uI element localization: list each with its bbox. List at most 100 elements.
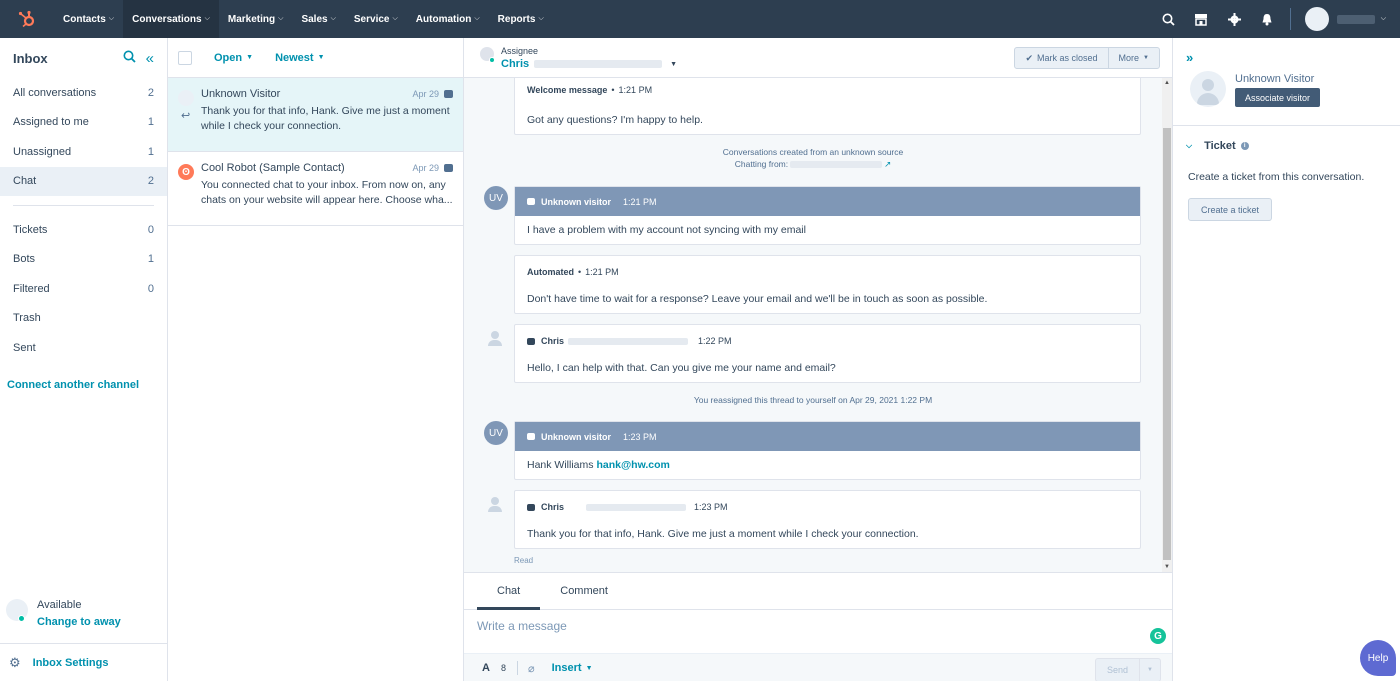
more-dropdown[interactable]: More ▼ <box>1107 48 1159 68</box>
conversation-item[interactable]: ↩ Unknown Visitor Apr 29 Thank you for t… <box>168 78 463 152</box>
sidebar-item-tickets[interactable]: Tickets 0 <box>0 215 167 245</box>
sidebar-item-label: Tickets <box>13 223 48 236</box>
chat-channel-icon <box>444 90 453 98</box>
tab-comment[interactable]: Comment <box>540 573 628 609</box>
hubspot-contact-icon: ʘ <box>178 164 194 180</box>
nav-conversations[interactable]: Conversations ⌵ <box>123 0 219 38</box>
sort-label: Newest <box>275 51 314 64</box>
nav-sales[interactable]: Sales ⌵ <box>292 0 344 38</box>
send-button[interactable]: Send <box>1096 659 1139 681</box>
create-ticket-button[interactable]: Create a ticket <box>1188 198 1273 221</box>
conversation-actions: ✔ Mark as closed More ▼ <box>1014 47 1160 69</box>
sidebar-item-count: 2 <box>147 86 154 99</box>
external-link-icon[interactable]: ↗ <box>884 159 891 169</box>
status-filter-dropdown[interactable]: Open ▼ <box>214 52 253 64</box>
insert-label: Insert <box>551 662 582 674</box>
sidebar-item-trash[interactable]: Trash <box>0 304 167 334</box>
nav-service[interactable]: Service ⌵ <box>345 0 407 38</box>
availability-status: Available Change to away <box>0 596 167 641</box>
message-header: Unknown visitor 1:21 PM <box>515 187 1140 216</box>
ticket-section-title: Ticket <box>1204 140 1236 152</box>
mark-as-closed-button[interactable]: ✔ Mark as closed <box>1015 48 1107 68</box>
redacted-url <box>790 161 883 169</box>
search-icon[interactable] <box>1152 0 1185 38</box>
sidebar-item-sent[interactable]: Sent <box>0 333 167 363</box>
settings-icon[interactable] <box>1218 0 1251 38</box>
sidebar-item-unassigned[interactable]: Unassigned 1 <box>0 137 167 167</box>
hubspot-logo[interactable] <box>0 0 54 38</box>
message-text: Hello, I can help with that. Can you giv… <box>527 362 836 374</box>
conversation-date: Apr 29 <box>412 89 439 99</box>
nav-label: Service <box>353 13 390 25</box>
send-options-caret[interactable]: ▼ <box>1139 659 1160 681</box>
account-avatar[interactable] <box>1304 7 1329 31</box>
nav-label: Contacts <box>63 13 106 25</box>
conversation-panel: Assignee Chris ▼ ✔ Mark as closed More ▼ We… <box>464 38 1172 681</box>
info-icon[interactable]: i <box>1240 142 1249 150</box>
visitor-avatar <box>1190 71 1226 107</box>
sidebar-item-label: Bots <box>13 253 36 266</box>
nav-automation[interactable]: Automation ⌵ <box>407 0 489 38</box>
nav-label: Marketing <box>227 13 276 25</box>
chevron-down-icon: ⌵ <box>330 15 336 22</box>
message-thread[interactable]: Welcome message • 1:21 PM Got any question… <box>464 78 1162 572</box>
snippets-icon[interactable]: 8 <box>501 663 506 673</box>
attachment-icon[interactable]: ⌀ <box>528 662 535 675</box>
chevron-down-icon[interactable]: ⌵ <box>1381 15 1386 23</box>
message-meta: Welcome message • 1:21 PM <box>527 85 652 95</box>
message-input[interactable]: Write a message <box>477 619 567 633</box>
sidebar-item-bots[interactable]: Bots 1 <box>0 245 167 275</box>
sidebar-item-assigned-to-me[interactable]: Assigned to me 1 <box>0 108 167 138</box>
message-text: Don't have time to wait for a response? … <box>527 293 988 305</box>
chevron-down-icon: ⌵ <box>204 15 210 22</box>
caret-down-icon: ▼ <box>1143 55 1149 61</box>
change-to-away-link[interactable]: Change to away <box>37 616 121 628</box>
scroll-up-arrow[interactable]: ▲ <box>1164 80 1170 86</box>
top-navigation: Contacts ⌵ Conversations ⌵ Marketing ⌵ Sale… <box>0 0 1400 38</box>
email-link[interactable]: hank@hw.com <box>596 459 669 471</box>
grammarly-icon[interactable]: G <box>1150 628 1166 644</box>
text-format-icon[interactable]: A <box>482 662 490 674</box>
ticket-section-toggle[interactable]: ⌵ Ticket i <box>1186 140 1249 152</box>
help-button[interactable]: Help <box>1360 640 1396 676</box>
tab-chat[interactable]: Chat <box>477 573 541 610</box>
chatting-from-note: Chatting from: ↗ <box>464 159 1162 170</box>
sidebar-title: Inbox <box>13 50 48 66</box>
chat-icon <box>527 503 535 511</box>
sidebar-item-filtered[interactable]: Filtered 0 <box>0 274 167 304</box>
contact-panel: » Unknown Visitor Associate visitor ⌵ Ti… <box>1172 38 1400 681</box>
connect-channel-link[interactable]: Connect another channel <box>0 379 167 391</box>
sidebar-item-count: 1 <box>147 116 154 129</box>
gear-icon: ⚙ <box>9 654 21 670</box>
select-all-checkbox[interactable] <box>178 50 192 65</box>
nav-reports[interactable]: Reports ⌵ <box>489 0 553 38</box>
nav-label: Conversations <box>132 13 202 25</box>
assignee-name: Chris <box>501 58 530 70</box>
marketplace-icon[interactable] <box>1185 0 1218 38</box>
sort-dropdown[interactable]: Newest ▼ <box>275 52 324 64</box>
sidebar-item-all-conversations[interactable]: All conversations 2 <box>0 78 167 108</box>
send-button-group: Send ▼ <box>1095 658 1161 681</box>
notifications-icon[interactable] <box>1251 0 1284 38</box>
caret-down-icon: ▼ <box>246 54 254 61</box>
nav-contacts[interactable]: Contacts ⌵ <box>54 0 123 38</box>
thread-scrollbar[interactable]: ▲ ▼ <box>1162 78 1172 572</box>
nav-marketing[interactable]: Marketing ⌵ <box>219 0 293 38</box>
assignee-dropdown[interactable]: Chris ▼ <box>501 58 677 70</box>
sidebar-item-chat[interactable]: Chat 2 <box>0 166 167 196</box>
collapse-sidebar-icon[interactable]: « <box>146 50 154 67</box>
search-icon[interactable] <box>123 50 136 67</box>
conversation-item[interactable]: ʘ Cool Robot (Sample Contact) Apr 29 You… <box>168 152 463 226</box>
sidebar-item-count: 2 <box>147 175 154 188</box>
scroll-down-arrow[interactable]: ▼ <box>1164 564 1170 570</box>
scrollbar-thumb[interactable] <box>1163 128 1171 560</box>
conversation-item-header: Unknown Visitor Apr 29 <box>201 88 453 100</box>
ticket-description: Create a ticket from this conversation. <box>1188 171 1365 183</box>
insert-dropdown[interactable]: Insert ▼ <box>552 662 593 674</box>
conversation-preview: You connected chat to your inbox. From n… <box>201 179 453 206</box>
sidebar-item-label: Assigned to me <box>13 116 89 129</box>
associate-visitor-button[interactable]: Associate visitor <box>1235 88 1321 107</box>
expand-panel-icon[interactable]: » <box>1186 50 1193 65</box>
sender-name: Unknown visitor <box>541 196 612 207</box>
inbox-settings-link[interactable]: ⚙ Inbox Settings <box>0 643 167 681</box>
